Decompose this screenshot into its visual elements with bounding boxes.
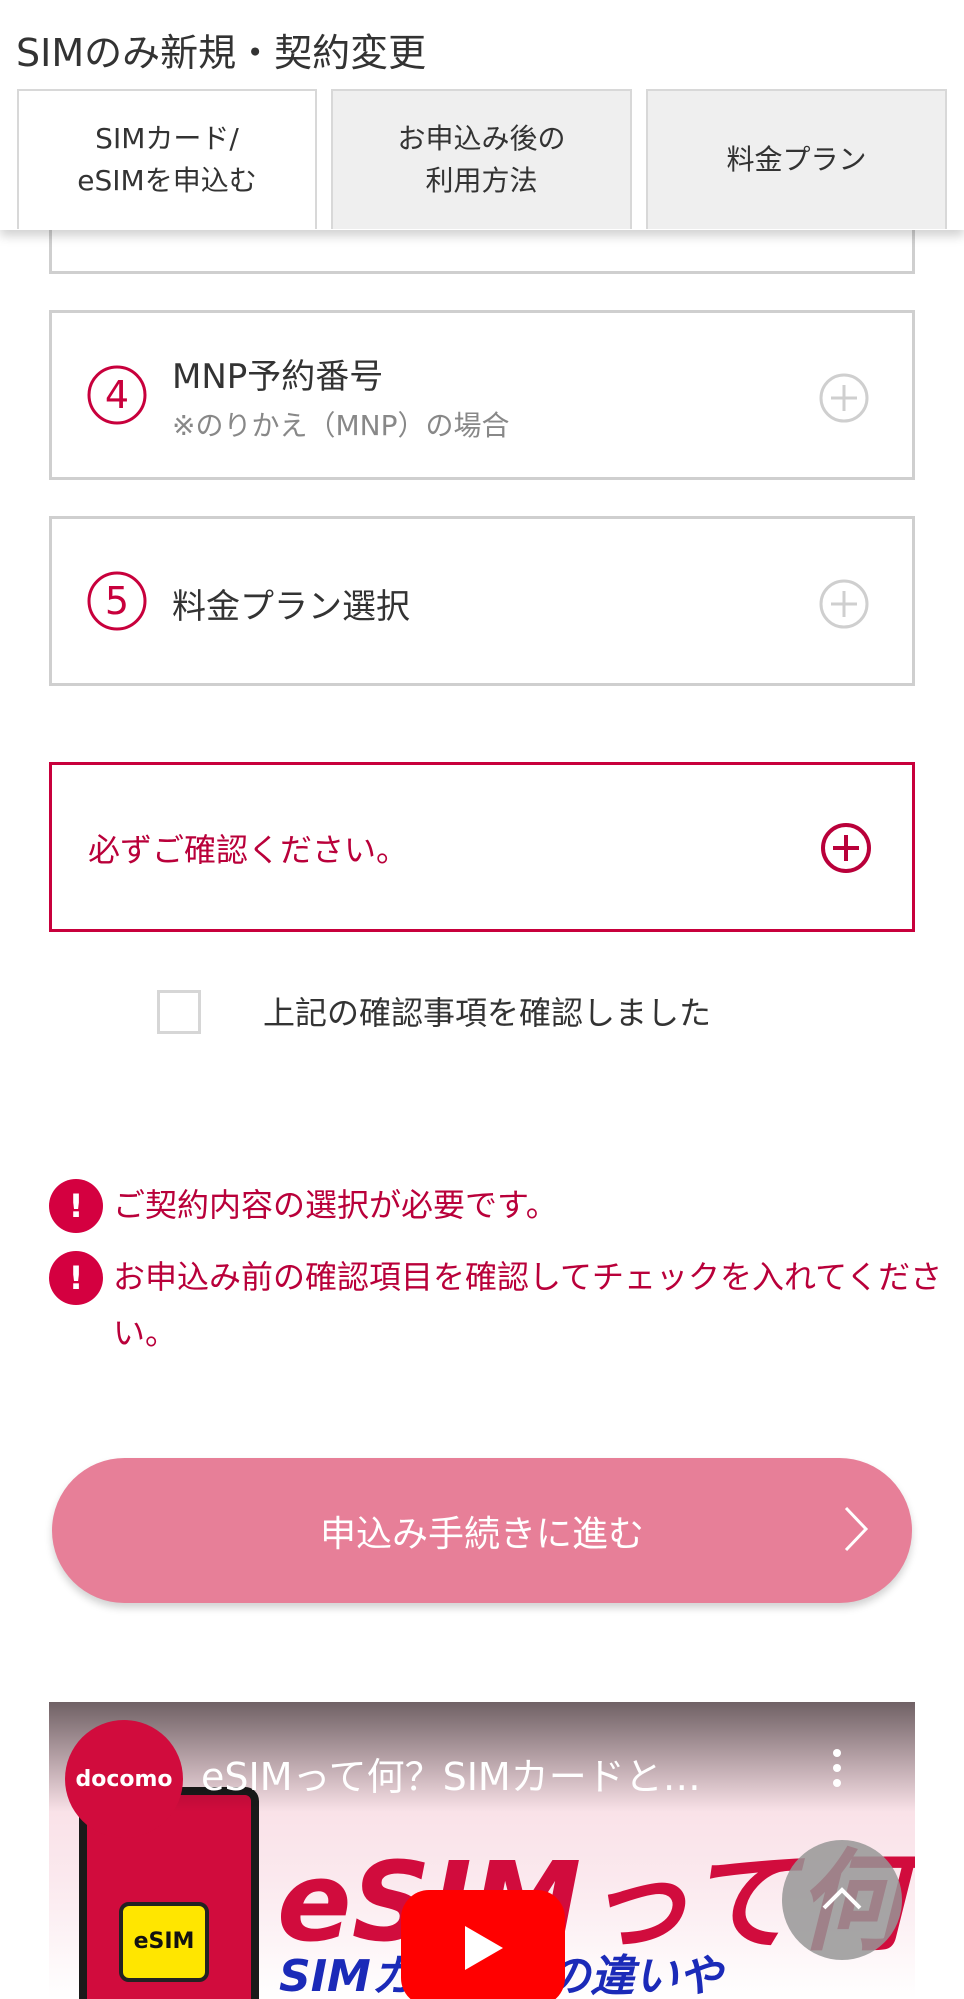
video-title[interactable]: eSIMって何？SIMカードと… [201, 1746, 701, 1801]
confirmation-checkbox-label: 上記の確認事項を確認しました [263, 994, 712, 1032]
svg-text:5: 5 [105, 579, 129, 623]
chevron-right-icon [844, 1506, 869, 1552]
proceed-application-label: 申込み手続きに進む [319, 1513, 644, 1555]
channel-avatar[interactable]: docomo [65, 1720, 183, 1838]
back-to-top-button[interactable] [782, 1840, 902, 1960]
error-exclamation-icon: ! [49, 1251, 103, 1305]
tab-apply-sim[interactable]: SIMカード/ eSIMを申込む [17, 89, 317, 229]
confirm-accordion[interactable]: 必ずご確認ください。 [49, 762, 915, 932]
expand-plus-icon[interactable] [820, 822, 872, 874]
step-note-mnp: ※のりかえ（MNP）の場合 [172, 409, 510, 442]
error-text: ご契約内容の選択が必要です。 [113, 1186, 558, 1224]
more-options-icon[interactable] [833, 1748, 841, 1788]
chevron-up-icon [822, 1887, 862, 1910]
svg-text:4: 4 [105, 373, 129, 417]
confirmation-checkbox[interactable] [157, 990, 201, 1034]
step-title-mnp: MNP予約番号 [172, 357, 384, 397]
play-icon [465, 1926, 503, 1970]
step-card-mnp[interactable]: 4 MNP予約番号 ※のりかえ（MNP）の場合 [49, 310, 915, 480]
error-text: お申込み前の確認項目を確認してチェックを入れてください。 [113, 1258, 943, 1352]
proceed-application-button[interactable]: 申込み手続きに進む [52, 1458, 912, 1603]
page-header: SIMのみ新規・契約変更 SIMカード/ eSIMを申込む お申込み後の 利用方… [0, 0, 964, 230]
esim-chip-icon: eSIM [119, 1902, 209, 1982]
step-number-4-icon: 4 [87, 365, 147, 425]
tab-usage-after-apply[interactable]: お申込み後の 利用方法 [331, 89, 632, 229]
expand-plus-icon[interactable] [818, 578, 870, 630]
error-exclamation-icon: ! [49, 1179, 103, 1233]
expand-plus-icon[interactable] [818, 372, 870, 424]
page-title: SIMのみ新規・契約変更 [16, 31, 427, 75]
tab-price-plan[interactable]: 料金プラン [646, 89, 947, 229]
step-number-5-icon: 5 [87, 571, 147, 631]
step-card-price-plan[interactable]: 5 料金プラン選択 [49, 516, 915, 686]
step-title-price-plan: 料金プラン選択 [172, 587, 410, 627]
youtube-play-button[interactable] [401, 1890, 565, 1999]
confirm-accordion-label: 必ずご確認ください。 [88, 831, 409, 869]
